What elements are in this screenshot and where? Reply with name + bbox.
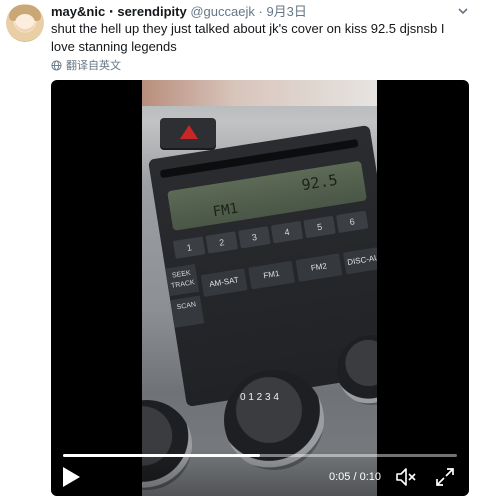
hazard-button (160, 118, 216, 148)
mode-button: FM2 (295, 253, 343, 282)
time-display: 0:05 / 0:10 (329, 471, 381, 483)
preset-button: 6 (335, 210, 369, 234)
hazard-icon (180, 125, 198, 139)
preset-button: 1 (172, 236, 206, 259)
total-time: 0:10 (359, 471, 381, 483)
frame-window (142, 80, 377, 106)
progress-bar[interactable] (63, 454, 457, 457)
side-buttons: SEEK TRACK SCAN (165, 263, 205, 332)
translate-link[interactable]: 翻译自英文 (51, 57, 121, 73)
video-frame: 92.5 FM1 1 2 3 4 5 6 AM-SAT FM1 FM2 DISC… (142, 80, 377, 496)
preset-button: 5 (303, 215, 336, 239)
preset-button: 4 (270, 220, 304, 244)
play-icon[interactable] (61, 466, 81, 488)
preset-button: 2 (205, 231, 239, 254)
avatar-face (15, 14, 35, 32)
video-player[interactable]: 92.5 FM1 1 2 3 4 5 6 AM-SAT FM1 FM2 DISC… (51, 80, 469, 496)
translate-label[interactable]: 翻译自英文 (66, 57, 121, 73)
globe-icon (51, 59, 62, 71)
tweet-date[interactable]: 9月3日 (266, 4, 306, 19)
preset-button: 3 (238, 226, 271, 249)
fullscreen-icon[interactable] (435, 467, 455, 487)
avatar[interactable] (6, 4, 44, 42)
tweet-text: shut the hell up they just talked about … (51, 21, 445, 54)
date-separator: · (258, 4, 263, 19)
progress-fill (63, 454, 260, 457)
scan-button: SCAN (170, 295, 205, 328)
mode-button: DISC-AUX (342, 245, 377, 275)
mode-button: FM1 (248, 260, 295, 290)
tweet-header: may&nic ⋅ serendipity @guccaejk · 9月3日 (51, 3, 307, 20)
radio-frequency: 92.5 (300, 170, 339, 195)
display-name[interactable]: may&nic ⋅ serendipity (51, 4, 187, 19)
chevron-down-icon[interactable] (456, 4, 470, 18)
current-time: 0:05 (328, 471, 351, 483)
fan-knob-numbers: 0 1 2 3 4 (240, 392, 279, 403)
mode-buttons: AM-SAT FM1 FM2 DISC-AUX (200, 245, 377, 297)
volume-muted-icon[interactable] (395, 467, 417, 487)
radio-band: FM1 (211, 200, 240, 221)
mode-button: AM-SAT (200, 268, 248, 297)
time-separator: / (350, 471, 360, 483)
seek-track-button: SEEK TRACK (165, 263, 200, 297)
user-handle[interactable]: @guccaejk (190, 4, 255, 19)
